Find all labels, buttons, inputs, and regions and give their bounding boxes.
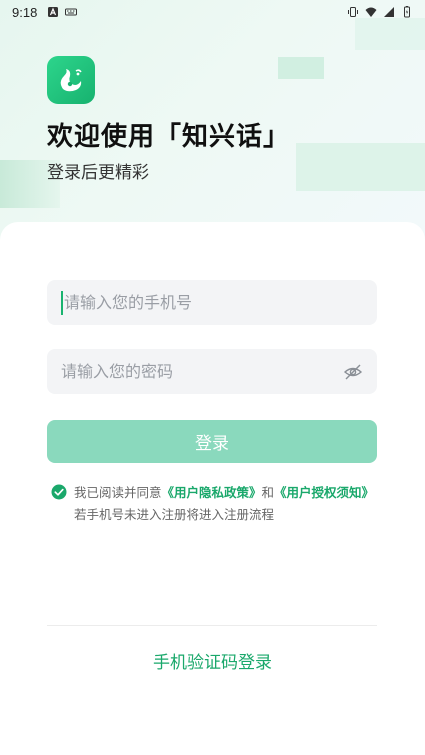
password-field[interactable]: [47, 349, 377, 394]
check-circle-icon[interactable]: [51, 484, 67, 500]
text-cursor: [61, 290, 63, 315]
agreement: 我已阅读并同意《用户隐私政策》和《用户授权须知》若手机号未进入注册将进入注册流程: [51, 482, 381, 526]
phone-input[interactable]: [64, 293, 363, 312]
vibrate-icon: [348, 7, 358, 17]
a-notification-icon: [48, 7, 59, 17]
swan-logo-icon: [47, 56, 95, 104]
wifi-icon: [365, 7, 377, 17]
privacy-policy-link[interactable]: 《用户隐私政策》: [162, 485, 262, 500]
decor-shape: [296, 143, 425, 191]
page-subtitle: 登录后更精彩: [47, 163, 149, 183]
signal-icon: [384, 7, 394, 17]
phone-field[interactable]: [47, 280, 377, 325]
swan-logo-icon: [60, 69, 82, 92]
status-bar: 9:18: [0, 0, 425, 24]
divider: [47, 625, 377, 626]
login-button[interactable]: 登录: [47, 420, 377, 463]
decor-shape: [278, 57, 324, 79]
status-time: 9:18: [12, 4, 38, 20]
agreement-suffix: 若手机号未进入注册将进入注册流程: [74, 507, 275, 522]
sms-code-login-link[interactable]: 手机验证码登录: [0, 648, 425, 673]
password-input[interactable]: [61, 362, 343, 381]
user-authorization-link[interactable]: 《用户授权须知》: [274, 485, 374, 500]
agreement-conjunction: 和: [261, 485, 275, 500]
eye-off-icon[interactable]: [343, 362, 363, 382]
keyboard-icon: [65, 8, 78, 16]
battery-icon: [404, 6, 410, 18]
page-title: 欢迎使用「知兴话」: [47, 122, 291, 152]
agreement-prefix: 我已阅读并同意: [74, 485, 162, 500]
